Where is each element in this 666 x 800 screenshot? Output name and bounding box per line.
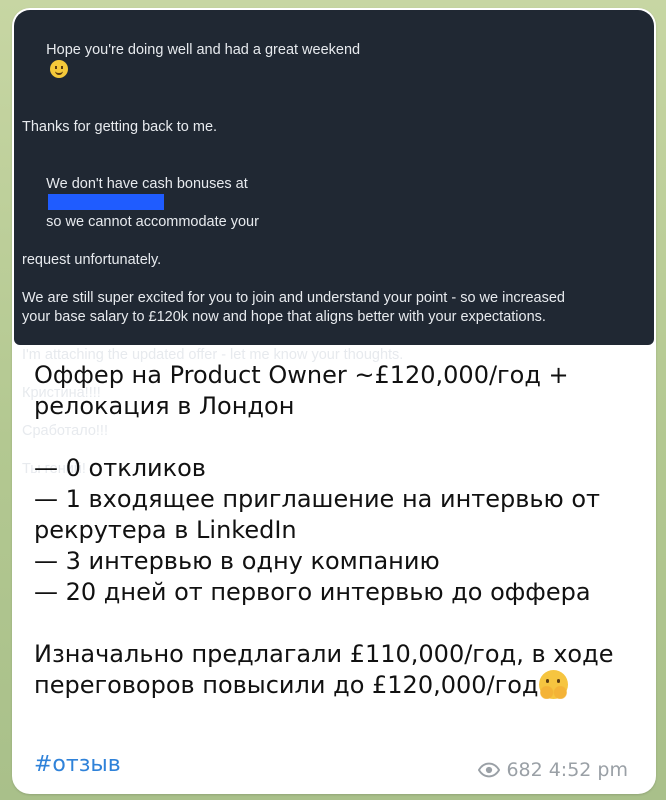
stat-bullet-2-line-1: — 1 входящее приглашение на интервью от xyxy=(34,485,601,513)
email-excited-line-2: your base salary to £120k now and hope t… xyxy=(22,309,546,325)
message-text: Оффер на Product Owner ~£120,000/год + р… xyxy=(34,360,644,701)
offer-line-2: релокация в Лондон xyxy=(34,392,295,420)
message-time: 4:52 pm xyxy=(548,759,628,781)
stat-bullet-4: — 20 дней от первого интервью до оффера xyxy=(34,578,591,606)
summary-line-2-text: переговоров повысили до £120,000/год xyxy=(34,671,539,699)
offer-line-1: Оффер на Product Owner ~£120,000/год + xyxy=(34,361,569,389)
slightly-smiling-face-icon xyxy=(50,60,69,78)
redaction-mark xyxy=(48,194,165,210)
email-spacer xyxy=(22,270,638,289)
email-spacer xyxy=(22,137,638,156)
stat-bullet-1: — 0 откликов xyxy=(34,454,206,482)
email-bonus-line-2: request unfortunately. xyxy=(22,252,162,268)
stat-bullet-3: — 3 интервью в одну компанию xyxy=(34,547,440,575)
eye-icon xyxy=(478,762,501,778)
hugging-face-icon xyxy=(538,670,568,699)
view-count: 682 xyxy=(506,759,543,781)
email-spacer xyxy=(22,99,638,118)
email-screenshot[interactable]: Hope you're doing well and had a great w… xyxy=(14,10,654,477)
email-greeting: Hope you're doing well and had a great w… xyxy=(46,42,361,58)
email-bonus-suffix: so we cannot accommodate your xyxy=(46,214,259,230)
email-bonus-prefix: We don't have cash bonuses at xyxy=(46,176,248,192)
email-greeting-line: Hope you're doing well and had a great w… xyxy=(22,22,638,99)
hashtag-link[interactable]: #отзыв xyxy=(34,751,121,779)
message-bubble[interactable]: Hope you're doing well and had a great w… xyxy=(12,8,656,794)
stat-bullet-2-line-2: рекрутера в LinkedIn xyxy=(34,516,297,544)
email-spacer xyxy=(22,327,638,346)
summary-line-2: переговоров повысили до £120,000/год xyxy=(34,670,644,701)
email-excited-line-1: We are still super excited for you to jo… xyxy=(22,290,565,306)
email-thanks: Thanks for getting back to me. xyxy=(22,119,218,135)
message-meta: 682 4:52 pm xyxy=(478,758,628,782)
summary-line-1: Изначально предлагали £110,000/год, в хо… xyxy=(34,640,614,668)
email-bonus-line: We don't have cash bonuses at so we cann… xyxy=(22,156,638,251)
